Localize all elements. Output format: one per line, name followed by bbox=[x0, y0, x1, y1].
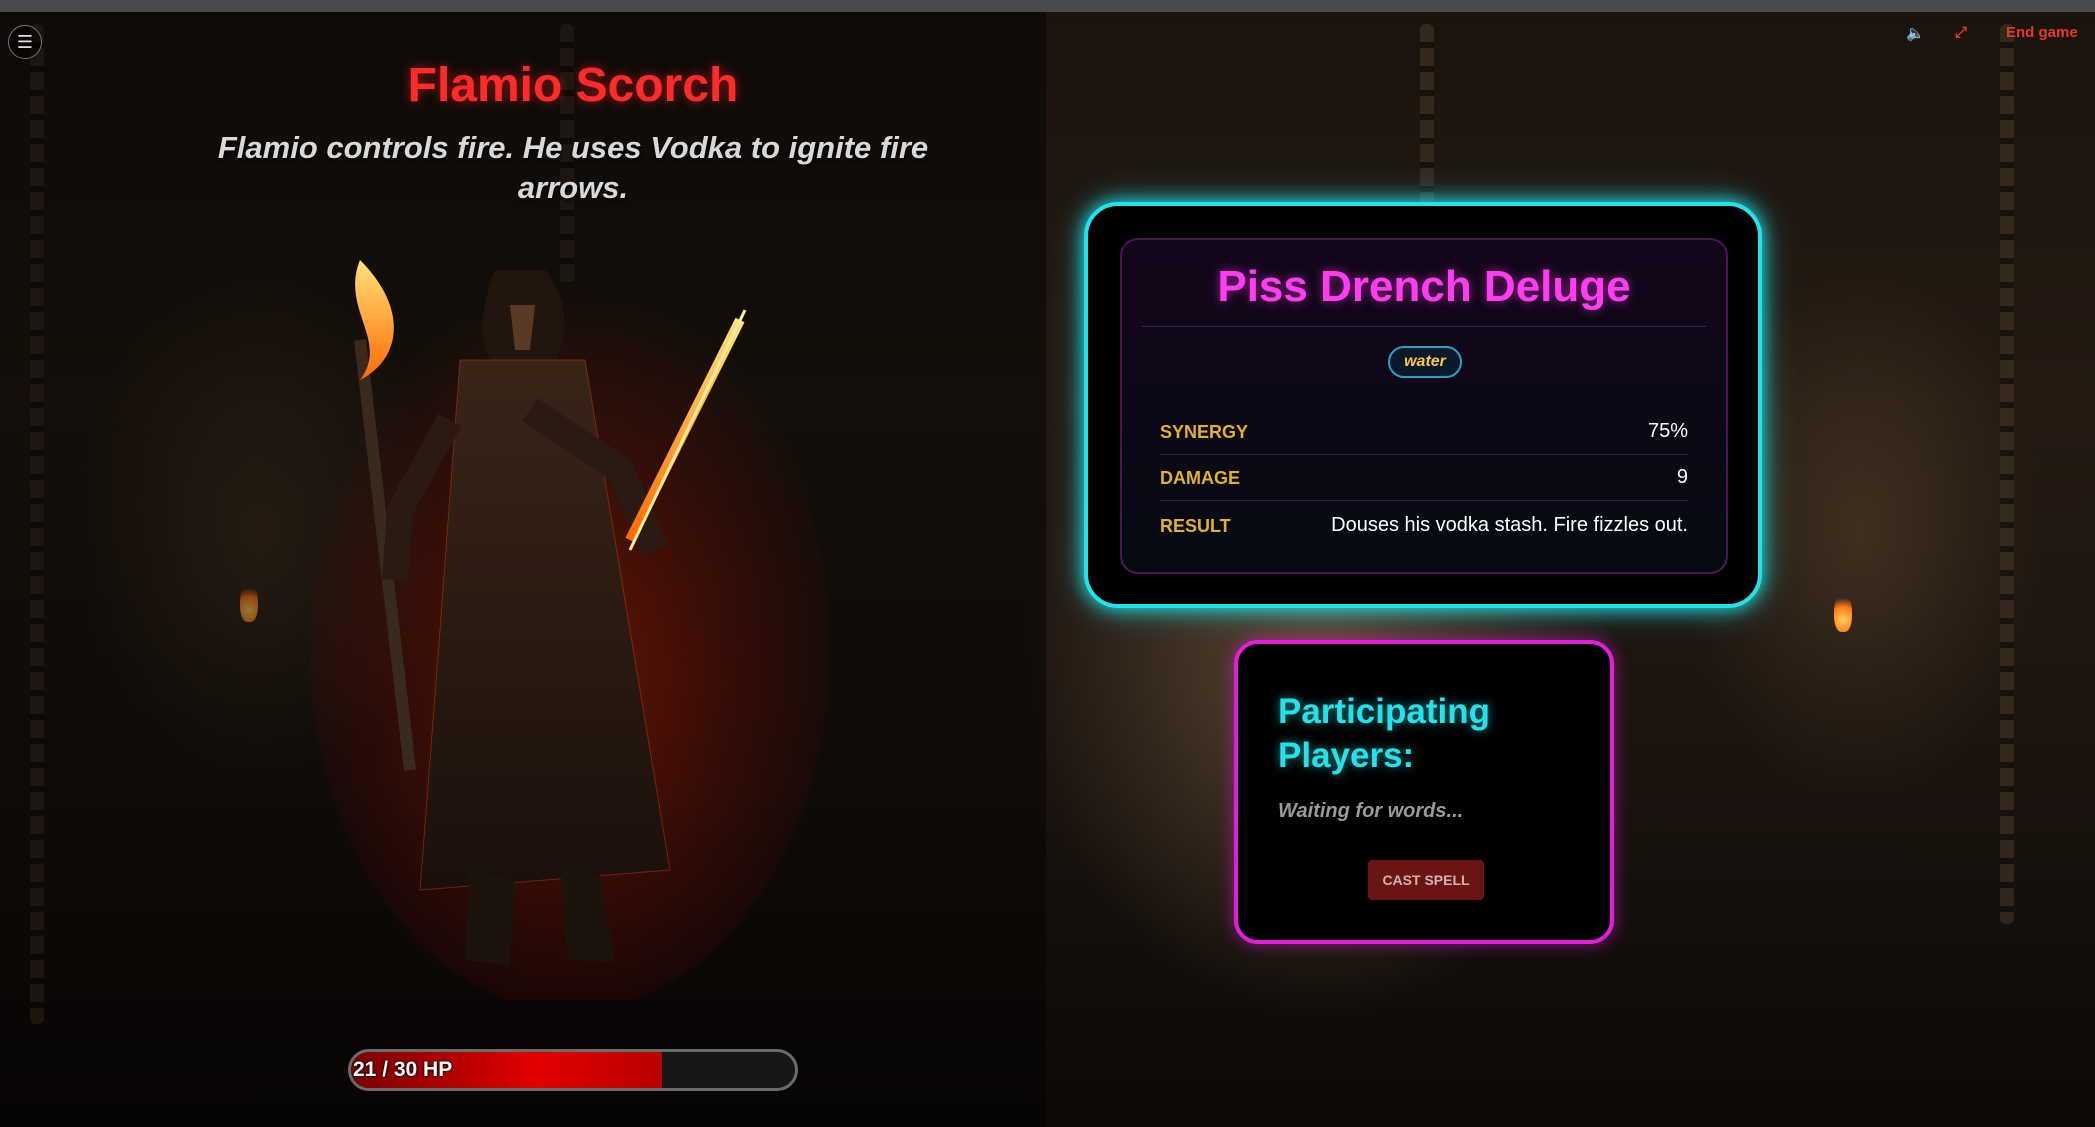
stat-row-result: RESULT Douses his vodka stash. Fire fizz… bbox=[1160, 502, 1688, 548]
participating-players-card: Participating Players: Waiting for words… bbox=[1234, 640, 1614, 944]
cast-spell-button[interactable]: CAST SPELL bbox=[1368, 860, 1484, 900]
boss-portrait bbox=[310, 260, 830, 1000]
stat-value: Douses his vodka stash. Fire fizzles out… bbox=[1331, 514, 1688, 536]
players-status: Waiting for words... bbox=[1278, 800, 1464, 822]
expand-icon[interactable]: ⤢ bbox=[1955, 24, 1967, 41]
stat-label: SYNERGY bbox=[1160, 422, 1249, 442]
divider bbox=[1142, 326, 1706, 327]
stat-label: RESULT bbox=[1160, 516, 1231, 536]
stat-row-damage: DAMAGE 9 bbox=[1160, 454, 1688, 501]
stat-value: 9 bbox=[1676, 466, 1688, 488]
boss-description: Flamio controls fire. He uses Vodka to i… bbox=[217, 130, 929, 205]
hamburger-menu-icon[interactable]: ☰ bbox=[8, 25, 42, 59]
end-game-button[interactable]: End game bbox=[2006, 24, 2078, 41]
browser-top-strip bbox=[0, 0, 2095, 12]
speaker-icon[interactable]: 🔈 bbox=[1906, 24, 1925, 42]
stat-label: DAMAGE bbox=[1160, 468, 1240, 488]
players-title: Participating Players: bbox=[1278, 692, 1490, 775]
spell-card: Piss Drench Deluge water SYNERGY 75% DAM… bbox=[1084, 202, 1762, 608]
stat-row-synergy: SYNERGY 75% bbox=[1160, 408, 1688, 455]
spell-name: Piss Drench Deluge bbox=[1217, 262, 1631, 311]
stat-value: 75% bbox=[1647, 420, 1688, 442]
element-tag: water bbox=[1388, 346, 1462, 378]
boss-hp-bar: 21 / 30 HP bbox=[348, 1049, 798, 1091]
hp-text: 21 / 30 HP bbox=[353, 1058, 453, 1081]
spell-card-inner: Piss Drench Deluge water SYNERGY 75% DAM… bbox=[1120, 238, 1728, 574]
boss-name: Flamio Scorch bbox=[407, 59, 739, 112]
